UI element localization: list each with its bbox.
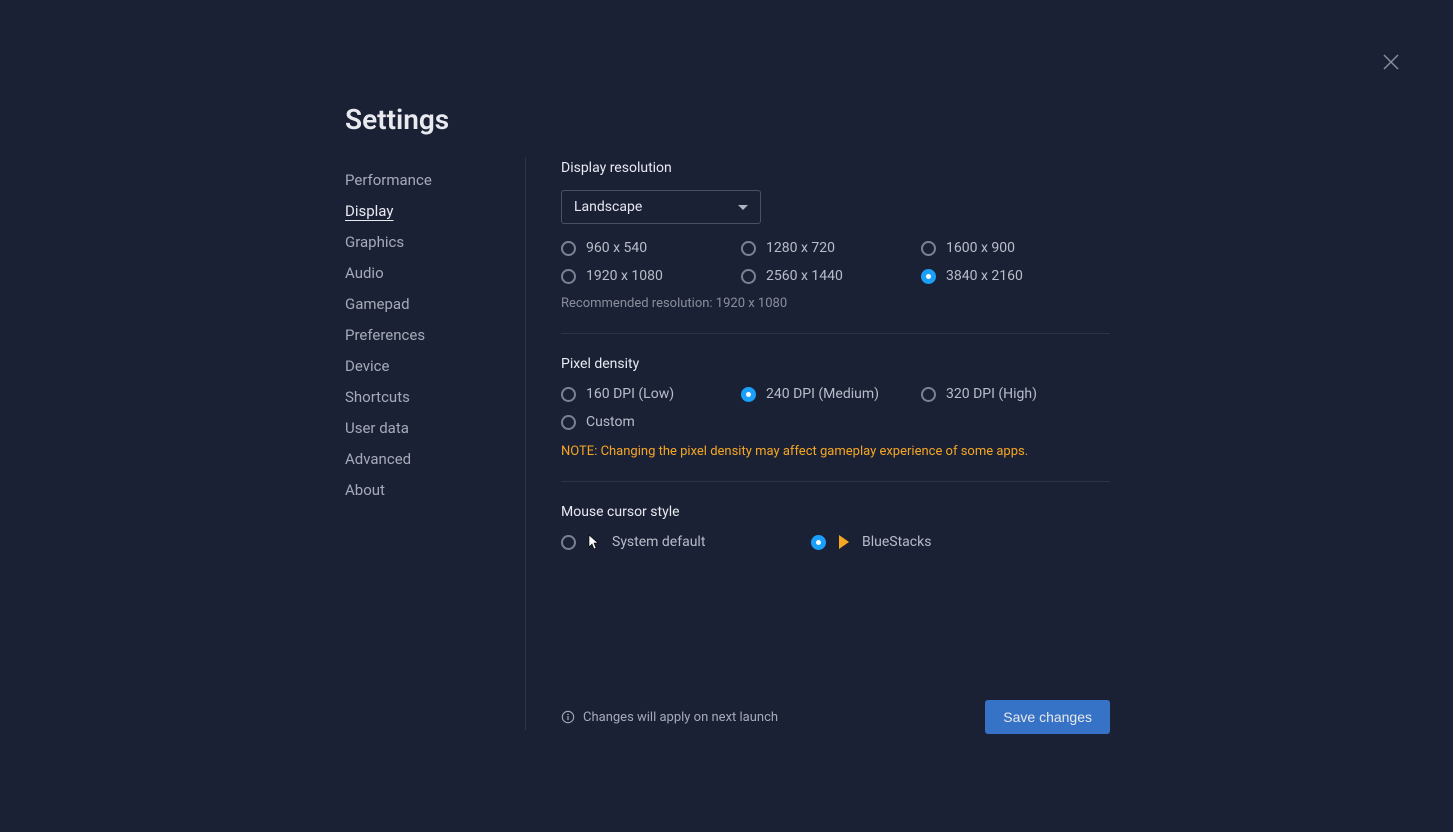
chevron-down-icon [738, 205, 748, 210]
radio-label: 240 DPI (Medium) [766, 386, 879, 402]
radio-icon [561, 241, 576, 256]
footer: Changes will apply on next launch Save c… [561, 700, 1110, 734]
pixel-density-option[interactable]: 320 DPI (High) [921, 386, 1101, 402]
cursor-style-heading: Mouse cursor style [561, 504, 1110, 520]
cursor-style-radio-group: System default BlueStacks [561, 534, 1110, 550]
sidebar-item-preferences[interactable]: Preferences [345, 320, 505, 351]
pixel-density-option[interactable]: Custom [561, 414, 741, 430]
radio-icon [741, 387, 756, 402]
radio-label: 960 x 540 [586, 240, 647, 256]
recommended-resolution-text: Recommended resolution: 1920 x 1080 [561, 296, 1110, 311]
resolution-option[interactable]: 3840 x 2160 [921, 268, 1101, 284]
content-display: Display resolution Landscape 960 x 540 12… [561, 160, 1110, 550]
radio-label: System default [612, 534, 705, 550]
pixel-density-note: NOTE: Changing the pixel density may aff… [561, 444, 1110, 459]
radio-label: Custom [586, 414, 635, 430]
radio-icon [741, 241, 756, 256]
sidebar-item-advanced[interactable]: Advanced [345, 444, 505, 475]
radio-label: 160 DPI (Low) [586, 386, 674, 402]
cursor-system-icon [586, 534, 602, 550]
save-changes-button[interactable]: Save changes [985, 700, 1110, 734]
radio-label: 2560 x 1440 [766, 268, 843, 284]
pixel-density-heading: Pixel density [561, 356, 1110, 372]
radio-icon [921, 269, 936, 284]
sidebar: PerformanceDisplayGraphicsAudioGamepadPr… [345, 165, 505, 506]
info-icon [561, 710, 575, 724]
sidebar-item-display[interactable]: Display [345, 196, 505, 227]
radio-label: 1280 x 720 [766, 240, 835, 256]
section-divider [561, 333, 1110, 334]
resolution-radio-group: 960 x 540 1280 x 720 1600 x 900 1920 x 1080… [561, 240, 1110, 284]
vertical-divider [525, 157, 526, 730]
radio-label: 320 DPI (High) [946, 386, 1037, 402]
pixel-density-option[interactable]: 240 DPI (Medium) [741, 386, 921, 402]
sidebar-item-about[interactable]: About [345, 475, 505, 506]
radio-icon [561, 387, 576, 402]
close-icon [1381, 52, 1401, 72]
display-resolution-heading: Display resolution [561, 160, 1110, 176]
resolution-option[interactable]: 1600 x 900 [921, 240, 1101, 256]
cursor-style-option[interactable]: BlueStacks [811, 534, 1061, 550]
radio-label: 3840 x 2160 [946, 268, 1023, 284]
sidebar-item-graphics[interactable]: Graphics [345, 227, 505, 258]
radio-label: 1600 x 900 [946, 240, 1015, 256]
sidebar-item-shortcuts[interactable]: Shortcuts [345, 382, 505, 413]
resolution-option[interactable]: 960 x 540 [561, 240, 741, 256]
pixel-density-option[interactable]: 160 DPI (Low) [561, 386, 741, 402]
sidebar-item-gamepad[interactable]: Gamepad [345, 289, 505, 320]
sidebar-item-audio[interactable]: Audio [345, 258, 505, 289]
resolution-option[interactable]: 2560 x 1440 [741, 268, 921, 284]
sidebar-item-device[interactable]: Device [345, 351, 505, 382]
radio-label: 1920 x 1080 [586, 268, 663, 284]
page-title: Settings [345, 103, 449, 136]
sidebar-item-performance[interactable]: Performance [345, 165, 505, 196]
footer-note-text: Changes will apply on next launch [583, 710, 778, 725]
orientation-selected-value: Landscape [574, 199, 642, 215]
footer-info: Changes will apply on next launch [561, 710, 778, 725]
resolution-option[interactable]: 1280 x 720 [741, 240, 921, 256]
cursor-style-option[interactable]: System default [561, 534, 811, 550]
cursor-bluestacks-icon [836, 534, 852, 550]
radio-icon [921, 387, 936, 402]
close-button[interactable] [1381, 52, 1401, 72]
radio-icon [561, 269, 576, 284]
orientation-select[interactable]: Landscape [561, 190, 761, 224]
sidebar-item-user-data[interactable]: User data [345, 413, 505, 444]
radio-label: BlueStacks [862, 534, 931, 550]
pixel-density-radio-group: 160 DPI (Low) 240 DPI (Medium) 320 DPI (Hi… [561, 386, 1110, 430]
radio-icon [921, 241, 936, 256]
resolution-option[interactable]: 1920 x 1080 [561, 268, 741, 284]
section-divider [561, 481, 1110, 482]
radio-icon [561, 415, 576, 430]
radio-icon [741, 269, 756, 284]
radio-icon [811, 535, 826, 550]
radio-icon [561, 535, 576, 550]
